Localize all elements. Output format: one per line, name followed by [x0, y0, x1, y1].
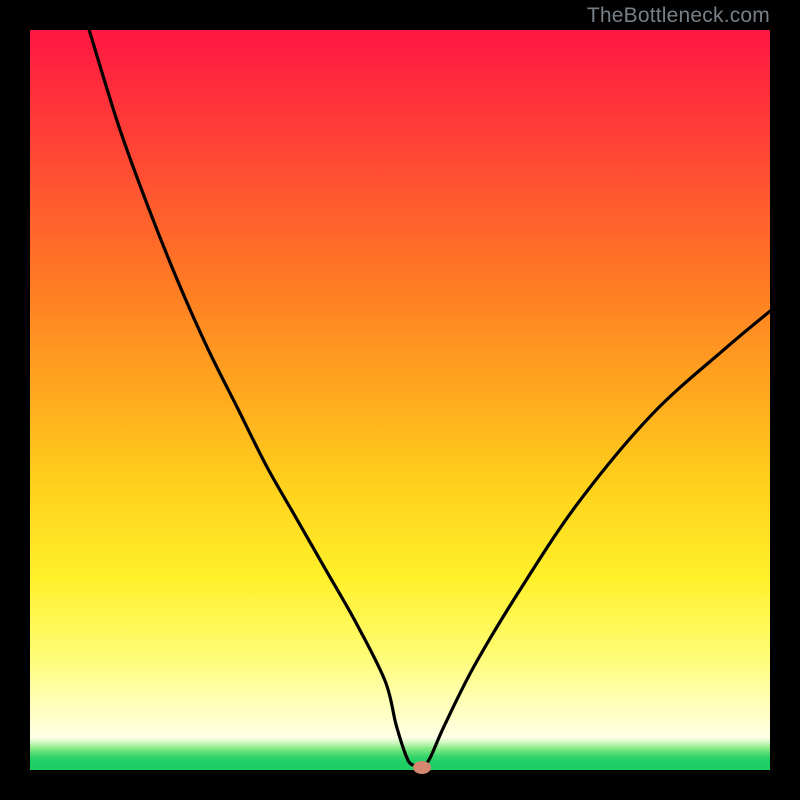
plot-area	[30, 30, 770, 770]
watermark-text: TheBottleneck.com	[587, 4, 770, 28]
optimum-marker	[413, 761, 431, 774]
curve-svg	[30, 30, 770, 770]
bottleneck-curve	[89, 30, 770, 766]
chart-frame: TheBottleneck.com	[0, 0, 800, 800]
